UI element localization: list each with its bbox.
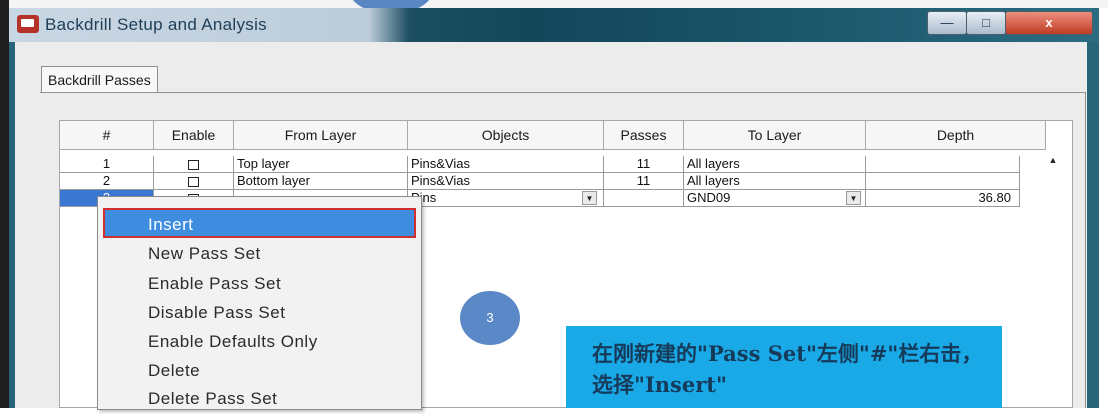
column-header-number[interactable]: # — [60, 121, 154, 150]
column-header-objects[interactable]: Objects — [408, 121, 604, 150]
column-header-passes[interactable]: Passes — [604, 121, 684, 150]
depth-cell[interactable] — [866, 173, 1020, 190]
row-number-cell[interactable]: 2 — [60, 173, 154, 190]
to-layer-dropdown[interactable]: GND09 ▼ — [684, 190, 866, 207]
instruction-callout: 在刚新建的"Pass Set"左侧"#"栏右击，选择"Insert" — [566, 326, 1002, 408]
minimize-button[interactable]: — — [927, 11, 967, 35]
window-title: Backdrill Setup and Analysis — [45, 15, 267, 34]
title-bar[interactable]: Backdrill Setup and Analysis — □ x — [9, 8, 1099, 42]
objects-dropdown[interactable]: Pins ▼ — [408, 190, 604, 207]
menu-item-new-pass-set[interactable]: New Pass Set — [98, 239, 421, 269]
objects-cell[interactable]: Pins&Vias — [408, 173, 604, 190]
window-edge — [0, 0, 9, 408]
to-layer-dropdown-value: GND09 — [687, 190, 731, 205]
objects-cell[interactable]: Pins&Vias — [408, 156, 604, 173]
panel-edge — [1085, 92, 1086, 408]
close-button[interactable]: x — [1005, 11, 1093, 35]
enable-cell — [154, 173, 234, 190]
tab-backdrill-passes[interactable]: Backdrill Passes — [41, 66, 158, 93]
instruction-text: 在刚新建的"Pass Set"左侧"#"栏右击，选择"Insert" — [592, 341, 983, 397]
depth-cell[interactable] — [866, 156, 1020, 173]
passes-cell[interactable]: 11 — [604, 173, 684, 190]
background-strip — [0, 0, 1108, 8]
chevron-down-icon[interactable]: ▼ — [846, 191, 861, 205]
enable-checkbox[interactable] — [188, 159, 199, 170]
menu-item-insert[interactable]: Insert — [103, 208, 416, 238]
chevron-down-icon[interactable]: ▼ — [582, 191, 597, 205]
menu-item-disable-pass-set[interactable]: Disable Pass Set — [98, 298, 421, 328]
tab-divider — [40, 92, 1086, 93]
to-layer-cell[interactable]: All layers — [684, 156, 866, 173]
menu-item-delete[interactable]: Delete — [98, 356, 421, 386]
passes-cell[interactable] — [604, 190, 684, 207]
menu-item-enable-pass-set[interactable]: Enable Pass Set — [98, 269, 421, 299]
app-icon — [17, 15, 39, 33]
column-header-from-layer[interactable]: From Layer — [234, 121, 408, 150]
column-header-to-layer[interactable]: To Layer — [684, 121, 866, 150]
row-number-cell[interactable]: 1 — [60, 156, 154, 173]
context-menu: Insert New Pass Set Enable Pass Set Disa… — [97, 196, 422, 410]
column-header-enable[interactable]: Enable — [154, 121, 234, 150]
menu-item-enable-defaults-only[interactable]: Enable Defaults Only — [98, 327, 421, 357]
from-layer-cell[interactable]: Bottom layer — [234, 173, 408, 190]
from-layer-cell[interactable]: Top layer — [234, 156, 408, 173]
enable-checkbox[interactable] — [188, 176, 199, 187]
enable-cell — [154, 156, 234, 173]
maximize-button[interactable]: □ — [966, 11, 1006, 35]
menu-item-delete-pass-set[interactable]: Delete Pass Set — [98, 384, 421, 414]
passes-cell[interactable]: 11 — [604, 156, 684, 173]
depth-cell[interactable]: 36.80 — [866, 190, 1020, 207]
column-header-depth[interactable]: Depth — [866, 121, 1046, 150]
to-layer-cell[interactable]: All layers — [684, 173, 866, 190]
step-number-badge: 3 — [460, 291, 520, 345]
table-row[interactable]: 2 Bottom layer Pins&Vias 11 All layers — [60, 173, 1072, 190]
table-row[interactable]: 1 Top layer Pins&Vias 11 All layers — [60, 156, 1072, 173]
